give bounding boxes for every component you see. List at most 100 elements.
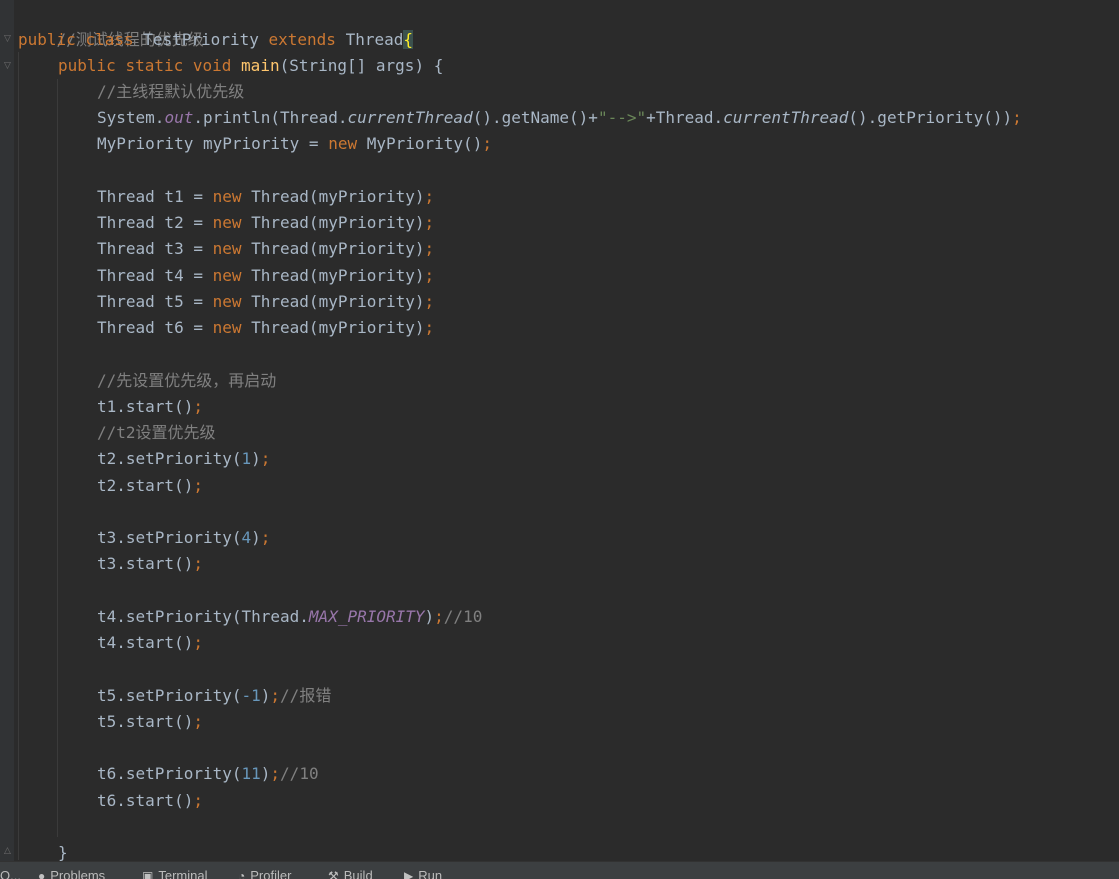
code-token: )	[251, 528, 261, 547]
code-token: )	[424, 607, 435, 626]
code-line[interactable]: Thread t3 = new Thread(myPriority);	[97, 236, 434, 262]
code-line[interactable]: Thread t2 = new Thread(myPriority);	[97, 210, 434, 236]
semicolon: ;	[193, 476, 203, 495]
code-token: Thread(myPriority)	[241, 213, 425, 232]
static-method: currentThread	[347, 108, 473, 127]
semicolon: ;	[193, 712, 203, 731]
static-constant: MAX_PRIORITY	[308, 607, 425, 626]
code-line[interactable]: //测试线程的优先级	[18, 1, 204, 49]
number-literal: 11	[241, 764, 261, 783]
matched-brace: {	[403, 30, 413, 49]
keyword: new	[212, 239, 242, 258]
code-line[interactable]: t5.start();	[97, 709, 203, 735]
code-token: )	[251, 449, 261, 468]
semicolon: ;	[434, 607, 444, 626]
code-token: t3.start()	[97, 554, 194, 573]
code-token: t4.setPriority(Thread.	[97, 607, 309, 626]
semicolon: ;	[1012, 108, 1022, 127]
code-token: Thread t6 =	[97, 318, 213, 337]
number-literal: 1	[241, 449, 252, 468]
method-params: (String[] args) {	[279, 56, 444, 75]
code-line[interactable]: System.out.println(Thread.currentThread(…	[97, 105, 1022, 131]
code-line[interactable]: Thread t4 = new Thread(myPriority);	[97, 263, 434, 289]
keyword: new	[212, 187, 242, 206]
warning-icon: ●	[38, 869, 46, 879]
indent-guide	[57, 79, 58, 837]
number-literal: -1	[241, 686, 261, 705]
code-token: +Thread.	[646, 108, 724, 127]
code-line[interactable]: t4.start();	[97, 630, 203, 656]
code-line[interactable]: t3.start();	[97, 551, 203, 577]
tool-tab-label: Run	[418, 868, 443, 879]
code-line[interactable]: //t2设置优先级	[97, 420, 216, 446]
semicolon: ;	[260, 528, 271, 547]
code-line[interactable]: Thread t1 = new Thread(myPriority);	[97, 184, 434, 210]
code-token: ().getPriority())	[848, 108, 1013, 127]
profiler-icon: ◔	[238, 869, 246, 879]
code-token: Thread t1 =	[97, 187, 213, 206]
comment: //先设置优先级，再启动	[97, 371, 277, 390]
code-token: )	[260, 686, 271, 705]
semicolon: ;	[193, 397, 203, 416]
code-line[interactable]: t3.setPriority(4);	[97, 525, 270, 551]
code-line[interactable]: public class TestPriority extends Thread…	[18, 27, 413, 53]
tool-window-bar: Q... ● Problems ▣ Terminal ◔ Profiler ⚒ Buil…	[0, 861, 1119, 879]
tool-tab-run[interactable]: ▶ Run	[404, 867, 442, 879]
semicolon: ;	[270, 686, 281, 705]
code-line[interactable]: Thread t6 = new Thread(myPriority);	[97, 315, 434, 341]
code-line[interactable]: //主线程默认优先级	[97, 79, 244, 105]
code-line[interactable]: MyPriority myPriority = new MyPriority()…	[97, 131, 492, 157]
code-line[interactable]: //先设置优先级，再启动	[97, 368, 276, 394]
semicolon: ;	[193, 791, 203, 810]
comment: //10	[443, 607, 483, 626]
code-line[interactable]: public static void main(String[] args) {	[58, 53, 443, 79]
semicolon: ;	[482, 134, 492, 153]
keyword: static	[125, 56, 184, 75]
tool-tab-build[interactable]: ⚒ Build	[328, 867, 373, 879]
code-token: Thread t4 =	[97, 266, 213, 285]
string-literal: "-->"	[597, 108, 647, 127]
keyword: new	[212, 266, 242, 285]
code-editor[interactable]: ▽ ▽ △ //测试线程的优先级 public class TestPriori…	[0, 0, 1119, 861]
tool-tab-profiler[interactable]: ◔ Profiler	[238, 867, 291, 879]
code-line[interactable]: Thread t5 = new Thread(myPriority);	[97, 289, 434, 315]
keyword: class	[85, 30, 134, 49]
terminal-icon: ▣	[142, 869, 154, 879]
code-token: t5.setPriority(	[97, 686, 242, 705]
code-token: Thread(myPriority)	[241, 318, 425, 337]
keyword: extends	[268, 30, 336, 49]
semicolon: ;	[193, 633, 203, 652]
fold-marker-icon[interactable]: △	[3, 846, 12, 856]
code-token: Thread(myPriority)	[241, 266, 425, 285]
code-line[interactable]: }	[58, 840, 68, 861]
indent-guide	[18, 52, 19, 860]
code-token: Thread t2 =	[97, 213, 213, 232]
code-line[interactable]: t6.start();	[97, 788, 203, 814]
play-icon: ▶	[404, 869, 414, 879]
code-token: t2.setPriority(	[97, 449, 242, 468]
code-line[interactable]: t2.setPriority(1);	[97, 446, 270, 472]
semicolon: ;	[270, 764, 281, 783]
fold-marker-icon[interactable]: ▽	[3, 34, 12, 44]
comment: //报错	[280, 686, 332, 705]
code-line[interactable]: t2.start();	[97, 473, 203, 499]
semicolon: ;	[424, 239, 435, 258]
code-line[interactable]: t4.setPriority(Thread.MAX_PRIORITY);//10	[97, 604, 482, 630]
tool-tab-partial[interactable]: Q...	[0, 867, 21, 879]
closing-brace: }	[58, 843, 68, 861]
code-line[interactable]: t6.setPriority(11);//10	[97, 761, 319, 787]
code-line[interactable]: t5.setPriority(-1);//报错	[97, 683, 331, 709]
code-token: .println(Thread.	[193, 108, 348, 127]
class-name: TestPriority	[143, 30, 259, 49]
editor-gutter[interactable]	[0, 0, 14, 861]
code-token: ().getName()+	[472, 108, 598, 127]
code-token: Thread(myPriority)	[241, 239, 425, 258]
keyword: public	[18, 30, 76, 49]
code-line[interactable]: t1.start();	[97, 394, 203, 420]
semicolon: ;	[424, 292, 435, 311]
tool-tab-terminal[interactable]: ▣ Terminal	[142, 867, 207, 879]
keyword: public	[58, 56, 116, 75]
fold-marker-icon[interactable]: ▽	[3, 61, 12, 71]
code-token: System.	[97, 108, 165, 127]
tool-tab-problems[interactable]: ● Problems	[38, 867, 105, 879]
